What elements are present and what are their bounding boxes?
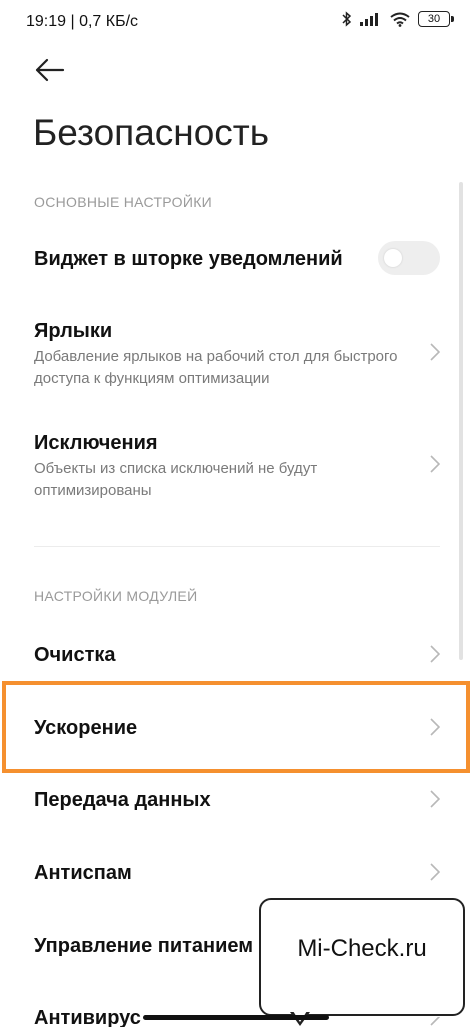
status-time-speed: 19:19 | 0,7 КБ/с bbox=[26, 13, 139, 30]
back-arrow-icon[interactable] bbox=[34, 56, 66, 84]
row-title: Антиспам bbox=[34, 862, 132, 884]
row-widget-toggle[interactable]: Виджет в шторке уведомлений bbox=[0, 228, 474, 290]
row-subtitle: Объекты из списка исключений не будут оп… bbox=[34, 460, 318, 499]
chevron-right-icon bbox=[430, 343, 440, 361]
row-antispam[interactable]: Антиспам bbox=[0, 841, 474, 905]
row-cleanup[interactable]: Очистка bbox=[0, 622, 474, 686]
row-title: Очистка bbox=[34, 644, 116, 666]
row-data-transfer[interactable]: Передача данных bbox=[0, 768, 474, 832]
battery-icon: 30 bbox=[418, 11, 454, 27]
section-divider bbox=[34, 546, 440, 547]
bluetooth-icon bbox=[342, 11, 352, 27]
row-title: Ярлыки bbox=[34, 320, 113, 342]
row-subtitle: Добавление ярлыков на рабочий стол для б… bbox=[34, 348, 398, 387]
row-title: Управление питанием bbox=[34, 935, 254, 957]
toggle-knob bbox=[384, 249, 402, 267]
row-shortcuts[interactable]: Ярлыки Добавление ярлыков на рабочий сто… bbox=[0, 300, 474, 404]
section-header-basic: ОСНОВНЫЕ НАСТРОЙКИ bbox=[34, 194, 213, 210]
watermark-text: Mi-Check.ru bbox=[297, 935, 427, 962]
chevron-right-icon bbox=[430, 863, 440, 881]
scrollbar[interactable] bbox=[459, 182, 463, 660]
chevron-right-icon bbox=[430, 645, 440, 663]
highlight-frame bbox=[2, 681, 470, 773]
row-title: Антивирус bbox=[34, 1007, 141, 1027]
home-indicator[interactable] bbox=[143, 1015, 329, 1020]
row-title: Передача данных bbox=[34, 789, 211, 811]
signal-icon bbox=[360, 13, 378, 26]
row-title: Виджет в шторке уведомлений bbox=[34, 248, 343, 270]
status-bar: 19:19 | 0,7 КБ/с 30 bbox=[0, 0, 474, 44]
page-title: Безопасность bbox=[33, 112, 270, 153]
section-header-modules: НАСТРОЙКИ МОДУЛЕЙ bbox=[34, 588, 198, 604]
row-title: Исключения bbox=[34, 432, 158, 454]
chevron-right-icon bbox=[430, 455, 440, 473]
wifi-icon bbox=[390, 12, 410, 27]
watermark-bubble: Mi-Check.ru bbox=[259, 898, 465, 1016]
status-icons: 30 bbox=[342, 11, 454, 27]
widget-toggle-switch[interactable] bbox=[378, 241, 440, 275]
chevron-right-icon bbox=[430, 790, 440, 808]
row-exclusions[interactable]: Исключения Объекты из списка исключений … bbox=[0, 412, 474, 516]
